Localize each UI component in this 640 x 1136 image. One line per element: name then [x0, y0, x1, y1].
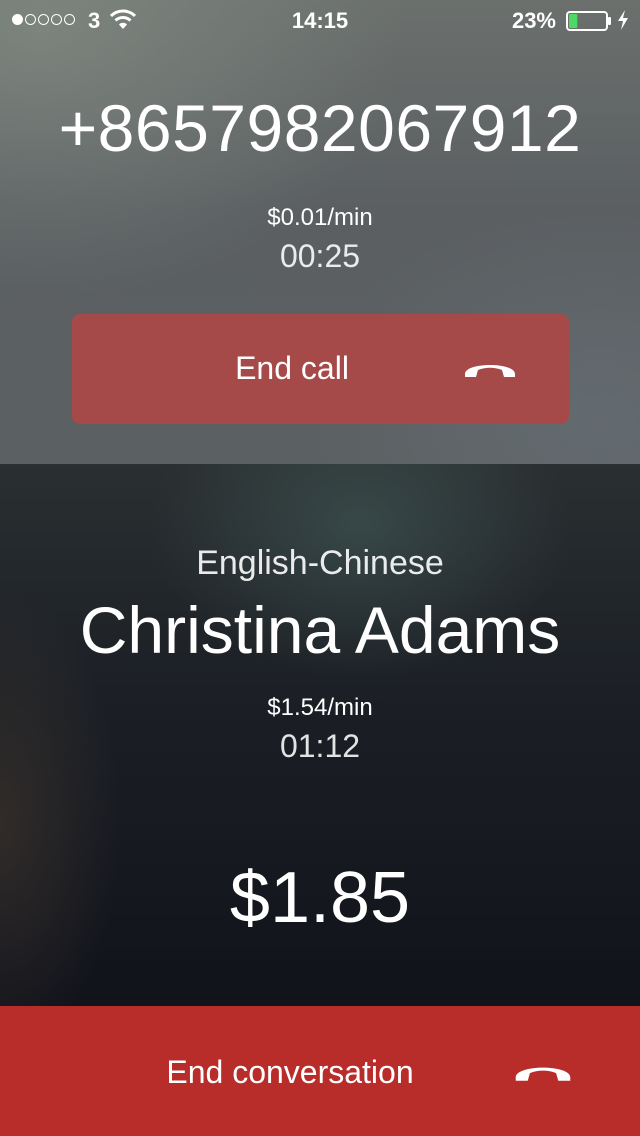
- end-conversation-label: End conversation: [166, 1054, 414, 1090]
- total-cost: $1.85: [229, 858, 411, 938]
- end-conversation-button[interactable]: End conversation: [0, 1006, 640, 1136]
- call-duration: 00:25: [279, 238, 361, 274]
- phone-hangup-icon: [515, 1067, 571, 1081]
- charging-bolt-icon: [618, 10, 628, 30]
- interpreter-rate: $1.54/min: [267, 694, 373, 721]
- interpreter-duration: 01:12: [279, 728, 361, 764]
- battery-percent: 23%: [511, 8, 556, 33]
- phone-number: +8657982067912: [58, 91, 582, 165]
- phone-hangup-icon: [465, 365, 515, 377]
- interpreter-name: Christina Adams: [79, 593, 561, 667]
- battery-icon: [566, 11, 611, 31]
- language-pair: English-Chinese: [196, 544, 444, 582]
- end-call-button[interactable]: End call: [72, 314, 569, 424]
- status-bar: 3 14:15 23%: [0, 0, 640, 40]
- call-rate: $0.01/min: [267, 204, 373, 231]
- end-call-label: End call: [235, 350, 349, 386]
- screen: 3 14:15 23% +8657982067912 $0.01/min 00:…: [0, 0, 640, 1136]
